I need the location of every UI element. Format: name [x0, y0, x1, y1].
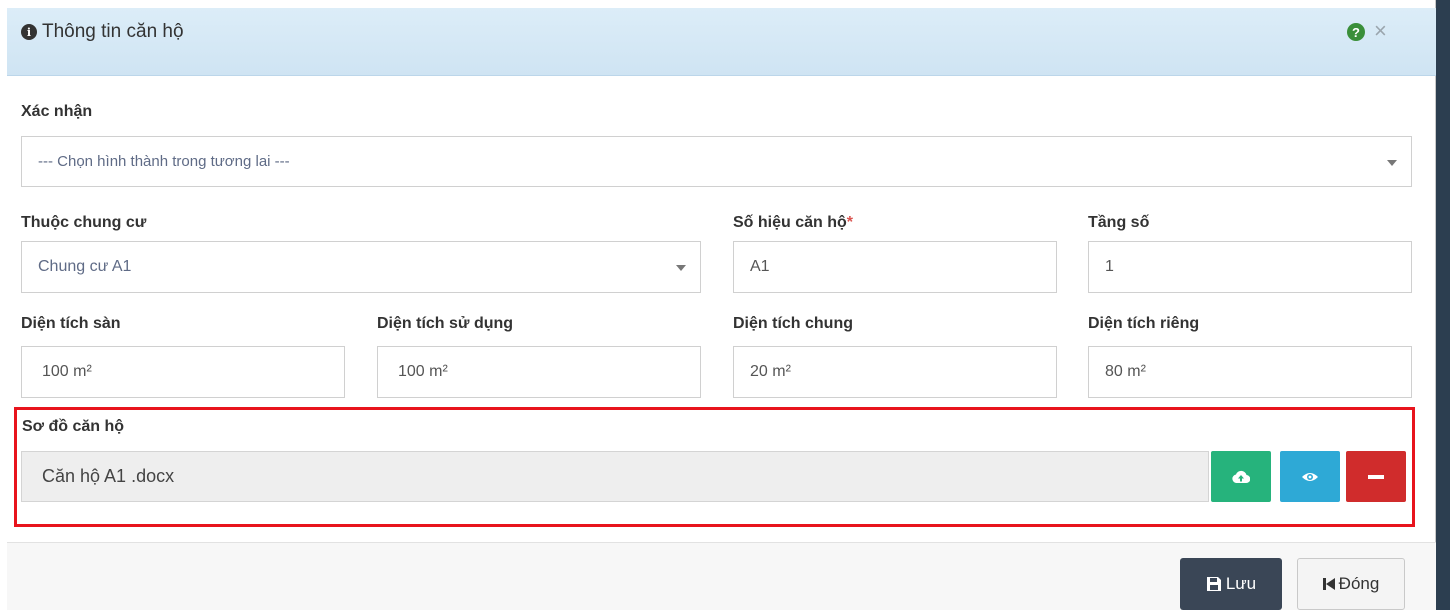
view-button[interactable] [1280, 451, 1340, 502]
private-area-label: Diện tích riêng [1088, 315, 1200, 332]
floor-area-label: Diện tích sàn [21, 315, 121, 332]
step-backward-icon [1322, 578, 1335, 590]
usable-area-value: 100 m² [398, 363, 448, 380]
apartment-number-label: Số hiệu căn hộ* [733, 214, 853, 232]
floor-plan-label: Sơ đồ căn hộ [22, 418, 125, 435]
required-mark: * [846, 214, 854, 231]
cloud-upload-icon [1232, 470, 1250, 483]
modal-title-group: i Thông tin căn hộ [21, 20, 184, 44]
building-label: Thuộc chung cư [21, 214, 147, 231]
usable-area-label: Diện tích sử dụng [377, 315, 514, 332]
building-select[interactable]: Chung cư A1 [21, 241, 701, 293]
building-select-value: Chung cư A1 [38, 258, 132, 275]
save-button[interactable]: Lưu [1180, 558, 1282, 610]
close-button-label: Đóng [1338, 574, 1380, 593]
minus-icon [1368, 474, 1384, 479]
apartment-info-modal: i Thông tin căn hộ ? × Xác nhận --- Chọn… [0, 0, 1436, 610]
upload-button[interactable] [1211, 451, 1271, 502]
chevron-down-icon [1387, 160, 1397, 166]
apartment-number-label-text: Số hiệu căn hộ [733, 214, 847, 231]
modal-header: i Thông tin căn hộ ? × [7, 8, 1436, 76]
eye-icon [1302, 472, 1318, 481]
close-icon[interactable]: × [1374, 20, 1387, 42]
floor-plan-file-field[interactable]: Căn hộ A1 .docx [21, 451, 1209, 502]
confirm-select[interactable]: --- Chọn hình thành trong tương lai --- [21, 136, 1412, 187]
confirm-label: Xác nhận [21, 103, 93, 120]
floor-value: 1 [1105, 258, 1114, 275]
question-circle-icon[interactable]: ? [1347, 23, 1365, 41]
save-icon [1206, 577, 1221, 591]
modal-title: Thông tin căn hộ [42, 21, 184, 42]
private-area-input[interactable]: 80 m² [1088, 346, 1412, 398]
apartment-number-value: A1 [750, 258, 770, 275]
usable-area-input[interactable]: 100 m² [377, 346, 701, 398]
private-area-value: 80 m² [1105, 363, 1146, 380]
background-scrollbar [1436, 0, 1450, 610]
apartment-number-input[interactable]: A1 [733, 241, 1057, 293]
confirm-select-value: --- Chọn hình thành trong tương lai --- [38, 153, 290, 170]
floor-area-value: 100 m² [42, 363, 92, 380]
common-area-value: 20 m² [750, 363, 791, 380]
floor-area-input[interactable]: 100 m² [21, 346, 345, 398]
common-area-label: Diện tích chung [733, 315, 853, 332]
remove-button[interactable] [1346, 451, 1406, 502]
chevron-down-icon [676, 265, 686, 271]
close-button[interactable]: Đóng [1297, 558, 1405, 610]
info-circle-icon: i [21, 24, 37, 40]
common-area-input[interactable]: 20 m² [733, 346, 1057, 398]
floor-input[interactable]: 1 [1088, 241, 1412, 293]
floor-plan-file-name: Căn hộ A1 .docx [42, 466, 175, 486]
save-button-label: Lưu [1225, 574, 1257, 593]
floor-label: Tầng số [1088, 214, 1150, 231]
